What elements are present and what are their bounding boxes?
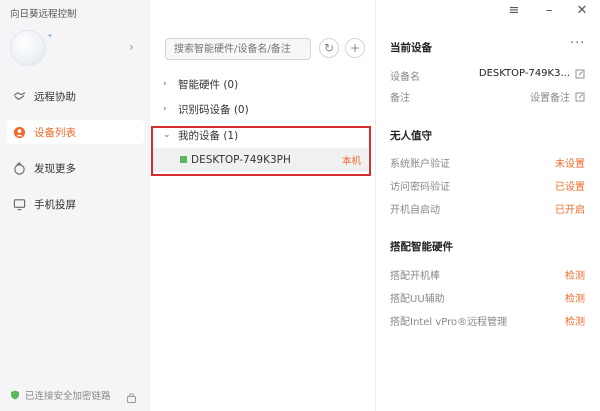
auto-start-value[interactable]: 已开启 [555,201,585,216]
remark-text: 设置备注 [530,93,570,104]
discover-icon [13,161,26,175]
secure-connection-status: 已连接安全加密链路 [10,388,111,402]
power-stick-check-link[interactable]: 检测 [565,267,585,282]
tree-group-id-devices[interactable]: › 识别码设备 (0) [163,100,249,118]
refresh-icon: ↻ [323,41,335,55]
sparkle-icon: ✦ [47,32,53,40]
plus-icon: + [349,41,361,55]
device-name-label: 设备名 [390,72,420,83]
add-device-button[interactable]: + [345,38,365,58]
intel-vpro-check-link[interactable]: 检测 [565,313,585,328]
chevron-down-icon: ⌄ [163,130,171,140]
system-account-label: 系统账户验证 [390,159,450,170]
avatar[interactable] [10,30,46,66]
sidebar-item-discover[interactable]: 发现更多 [7,156,144,180]
uu-assist-label: 搭配UU辅助 [390,294,445,305]
tree-group-smart-hardware[interactable]: › 智能硬件 (0) [163,75,238,93]
unattended-title: 无人值守 [390,130,432,142]
device-name: DESKTOP-749K3PH [191,154,291,166]
device-row[interactable]: DESKTOP-749K3PH 本机 [153,148,368,172]
search-input[interactable] [165,38,311,60]
edit-icon[interactable] [575,92,585,102]
current-device-title: 当前设备 [390,42,432,54]
access-password-value[interactable]: 已设置 [555,178,585,193]
tree-group-my-devices[interactable]: ⌄ 我的设备 (1) [163,126,238,144]
sidebar-item-label: 远程协助 [34,90,76,103]
remark-value[interactable]: 设置备注 [530,89,585,104]
sidebar-item-label: 手机投屏 [34,198,76,211]
app-title: 向日葵远程控制 [10,9,77,20]
intel-vpro-label: 搭配Intel vPro®远程管理 [390,317,508,328]
chevron-right-icon[interactable]: › [129,40,134,54]
lock-icon[interactable] [126,392,137,403]
sidebar-item-device-list[interactable]: 设备列表 [7,120,144,144]
secure-status-label: 已连接安全加密链路 [25,391,111,402]
remote-assist-icon [13,90,26,103]
screen-cast-icon [13,198,26,211]
access-password-label: 访问密码验证 [390,182,450,193]
chevron-right-icon: › [163,104,167,114]
local-device-badge: 本机 [341,156,361,167]
tree-group-label: 我的设备 (1) [178,129,239,142]
uu-assist-check-link[interactable]: 检测 [565,290,585,305]
device-name-value[interactable]: DESKTOP-749K3... [479,68,585,79]
sidebar-item-remote-assist[interactable]: 远程协助 [7,84,144,108]
device-list-panel [150,0,375,411]
device-list-icon [13,126,26,139]
device-name-text: DESKTOP-749K3... [478,68,570,79]
sidebar-item-label: 设备列表 [34,126,76,139]
hardware-title: 搭配智能硬件 [390,241,453,253]
tree-group-label: 智能硬件 (0) [178,78,239,91]
system-account-value[interactable]: 未设置 [555,155,585,170]
tree-group-label: 识别码设备 (0) [178,103,249,116]
shield-icon [11,390,19,400]
power-stick-label: 搭配开机棒 [390,271,440,282]
remark-label: 备注 [390,93,410,104]
sidebar-item-screen-cast[interactable]: 手机投屏 [7,192,144,216]
chevron-right-icon: › [163,79,167,89]
refresh-button[interactable]: ↻ [319,38,339,58]
online-status-icon [180,156,187,163]
sidebar-item-label: 发现更多 [34,162,76,175]
more-options-icon[interactable]: ··· [570,36,585,51]
edit-icon[interactable] [575,69,585,79]
auto-start-label: 开机自启动 [390,205,440,216]
